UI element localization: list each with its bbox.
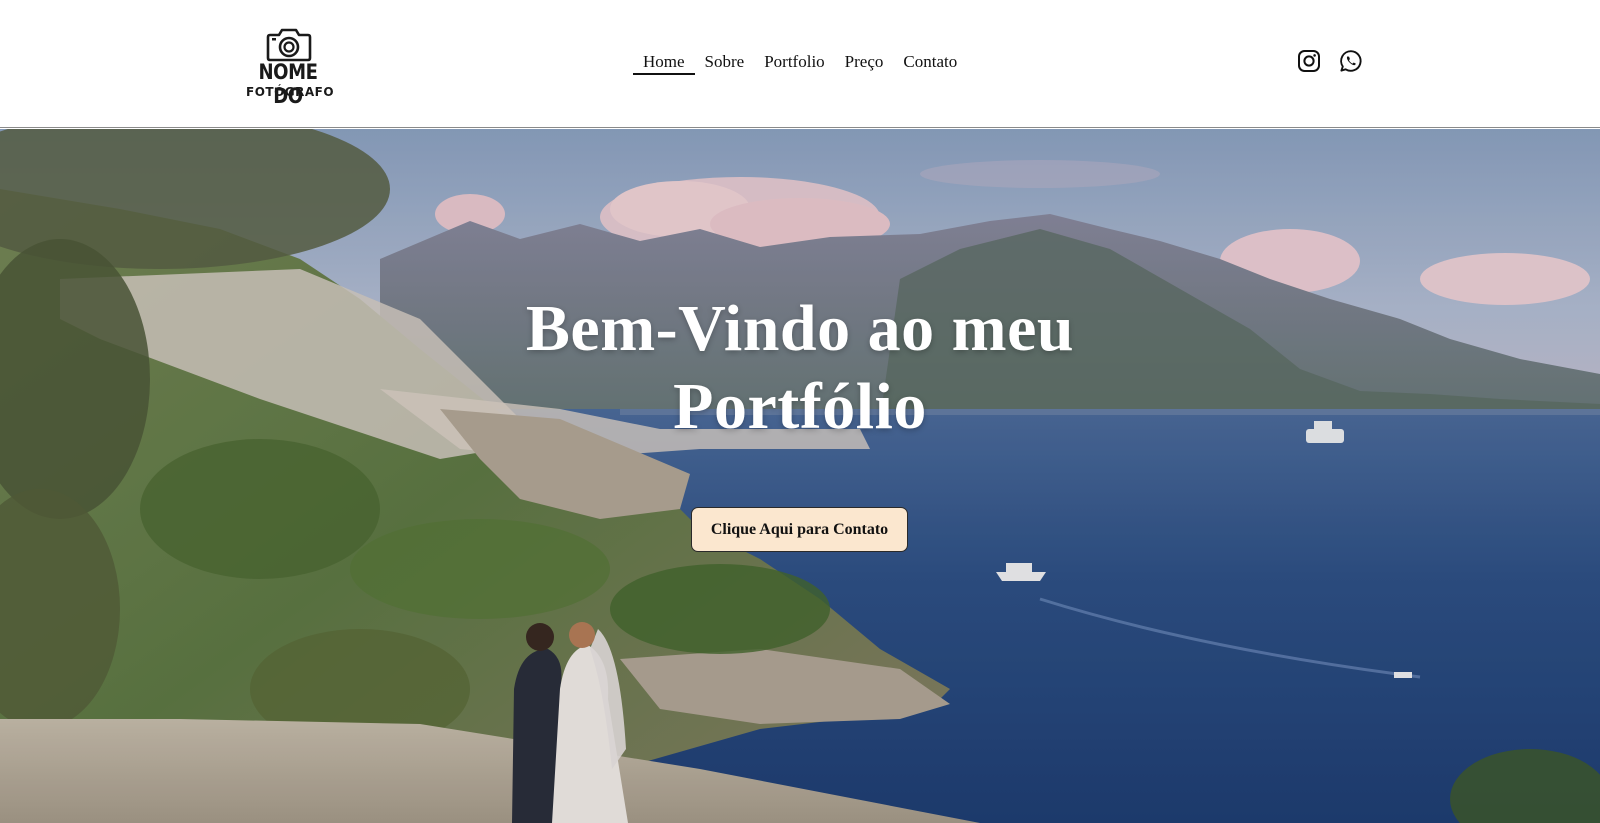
hero-section: Bem-Vindo ao meu Portfólio Clique Aqui p… [0, 129, 1600, 823]
logo-text-secondary: FOTÓGRAFO [246, 85, 335, 99]
main-nav: Home Sobre Portfolio Preço Contato [633, 51, 967, 77]
hero-background-photo [0, 129, 1600, 823]
instagram-icon[interactable] [1297, 49, 1321, 73]
contact-cta-button[interactable]: Clique Aqui para Contato [691, 507, 908, 552]
hero-title: Bem-Vindo ao meu Portfólio [525, 292, 1075, 443]
nav-link-contato[interactable]: Contato [893, 51, 967, 75]
site-header: NOME DO FOTÓGRAFO Home Sobre Portfolio P… [0, 0, 1600, 128]
camera-icon [266, 28, 312, 62]
nav-link-preco[interactable]: Preço [835, 51, 894, 75]
logo-text-primary: NOME DO [258, 60, 318, 108]
social-links [1297, 49, 1363, 73]
nav-link-home[interactable]: Home [633, 51, 695, 75]
logo-link[interactable]: NOME DO FOTÓGRAFO [246, 26, 335, 108]
whatsapp-icon[interactable] [1339, 49, 1363, 73]
nav-link-sobre[interactable]: Sobre [695, 51, 755, 75]
nav-link-portfolio[interactable]: Portfolio [754, 51, 834, 75]
